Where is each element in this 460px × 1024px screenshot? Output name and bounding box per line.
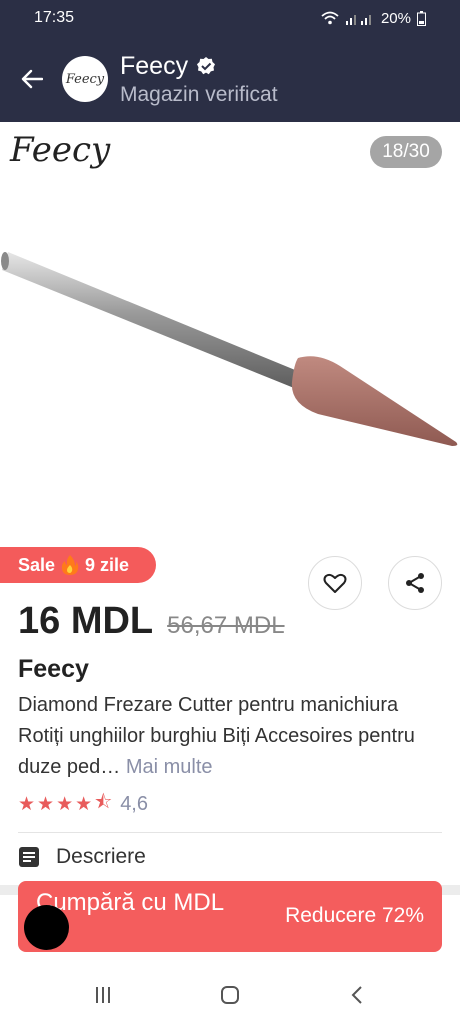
floating-avatar[interactable]: [24, 905, 69, 950]
battery-icon: [417, 10, 426, 26]
wifi-icon: [321, 11, 339, 25]
rating-row[interactable]: ★ ★ ★ ★ ⯪ 4,6: [18, 788, 148, 820]
nav-back-icon: [351, 985, 362, 1004]
battery-text: 20%: [380, 9, 411, 27]
product-image: [1, 252, 458, 446]
star-icon: ★: [37, 793, 55, 815]
store-header: Feecy Feecy Magazin verificat: [0, 36, 460, 122]
home-button[interactable]: [210, 975, 250, 1015]
verified-badge-icon: [197, 57, 216, 75]
document-icon: [19, 847, 39, 867]
product-brand: Feecy: [18, 655, 89, 683]
product-description: Diamond Frezare Cutter pentru manichiura…: [18, 694, 415, 778]
rating-value: 4,6: [120, 792, 148, 815]
star-icon: ★: [18, 793, 36, 815]
home-icon: [220, 985, 239, 1004]
product-title: Diamond Frezare Cutter pentru manichiura…: [18, 690, 443, 783]
arrow-left-icon: [21, 69, 43, 89]
description-section[interactable]: Descriere: [18, 845, 146, 869]
nav-back-button[interactable]: [337, 975, 377, 1015]
buy-button[interactable]: Cumpără cu MDL Reducere 72%: [18, 881, 442, 952]
store-logo[interactable]: Feecy: [62, 56, 108, 102]
heart-icon: [323, 573, 347, 593]
old-price: 56,67 MDL: [167, 612, 285, 639]
current-price: 16 MDL: [18, 600, 154, 642]
price-row: 16 MDL 56,67 MDL: [18, 600, 285, 643]
discount-label: Reducere 72%: [285, 904, 424, 927]
image-counter: 18/30: [370, 136, 442, 168]
recent-apps-icon: [96, 986, 111, 1003]
status-icons: 20%: [321, 10, 426, 27]
gallery-brand-logo: Feecy: [10, 130, 111, 170]
share-button[interactable]: [388, 556, 442, 610]
product-gallery[interactable]: Feecy 18/30: [0, 122, 460, 542]
sale-label: Sale: [18, 554, 56, 575]
more-link[interactable]: Mai multe: [126, 756, 213, 778]
share-icon: [406, 573, 424, 593]
sale-days: 9 zile: [85, 554, 130, 575]
store-name: Feecy: [120, 51, 189, 80]
divider: [18, 832, 442, 833]
favorite-button[interactable]: [308, 556, 362, 610]
back-button[interactable]: [2, 49, 62, 109]
description-label: Descriere: [56, 845, 146, 868]
store-subtitle: Magazin verificat: [120, 82, 278, 106]
half-star-icon: ⯪: [94, 792, 113, 813]
sale-badge: Sale 9 zile: [0, 547, 156, 583]
star-icon: ★: [75, 793, 93, 815]
system-nav-bar: [0, 965, 460, 1024]
recent-apps-button[interactable]: [83, 975, 123, 1015]
store-info[interactable]: Feecy Magazin verificat: [120, 52, 278, 107]
store-name-row: Feecy: [120, 52, 278, 81]
signal-icon: [345, 15, 371, 25]
status-bar: 17:35 20%: [0, 0, 460, 36]
fire-icon: [61, 555, 79, 575]
star-icon: ★: [56, 793, 74, 815]
status-time: 17:35: [34, 9, 75, 26]
